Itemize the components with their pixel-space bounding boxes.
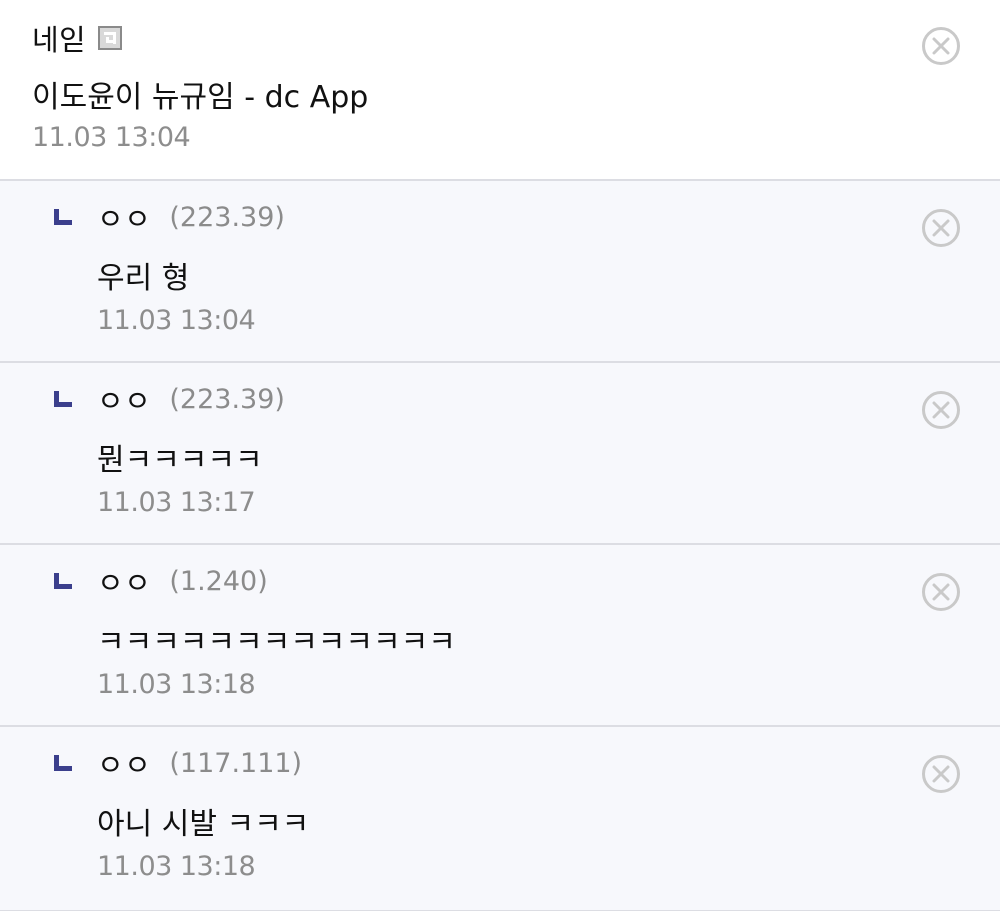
comment-text: 이도윤이 뉴규임 - dc App (32, 80, 369, 115)
comment-text: 우리 형 (97, 261, 190, 296)
comment-time: 11.03 13:18 (97, 669, 256, 700)
reply-arrow-icon (54, 391, 72, 407)
close-circle-icon (932, 37, 950, 55)
comment-ip: (1.240) (169, 565, 268, 597)
reply-arrow-icon (54, 209, 72, 225)
reply-item: ㅇㅇ (223.39) 뭔ㅋㅋㅋㅋㅋ 11.03 13:17 (0, 363, 1000, 545)
delete-button[interactable] (922, 209, 960, 247)
comment-time: 11.03 13:17 (97, 487, 256, 518)
comment-ip: (117.111) (169, 747, 303, 779)
delete-button[interactable] (922, 391, 960, 429)
comment-text: ㅋㅋㅋㅋㅋㅋㅋㅋㅋㅋㅋㅋㅋ (97, 625, 456, 660)
comment-ip: (223.39) (169, 201, 285, 233)
close-circle-icon (932, 583, 950, 601)
delete-button[interactable] (922, 573, 960, 611)
comment-item: 네읻 이도윤이 뉴규임 - dc App 11.03 13:04 (0, 0, 1000, 181)
close-circle-icon (932, 765, 950, 783)
comment-header: 네읻 (32, 16, 123, 60)
reply-item: ㅇㅇ (1.240) ㅋㅋㅋㅋㅋㅋㅋㅋㅋㅋㅋㅋㅋ 11.03 13:18 (0, 545, 1000, 727)
comment-author[interactable]: ㅇㅇ (97, 378, 151, 420)
delete-button[interactable] (922, 27, 960, 65)
comment-text: 뭔ㅋㅋㅋㅋㅋ (97, 443, 263, 478)
comment-author[interactable]: ㅇㅇ (97, 560, 151, 602)
reply-arrow-icon (54, 573, 72, 589)
delete-button[interactable] (922, 755, 960, 793)
comment-time: 11.03 13:04 (32, 122, 191, 153)
comment-time: 11.03 13:04 (97, 305, 256, 336)
comment-text: 아니 시발 ㅋㅋㅋ (97, 807, 310, 842)
comment-header: ㅇㅇ (223.39) (97, 195, 285, 239)
comment-header: ㅇㅇ (1.240) (97, 559, 268, 603)
reply-arrow-icon (54, 755, 72, 771)
comment-author[interactable]: ㅇㅇ (97, 196, 151, 238)
comment-time: 11.03 13:18 (97, 851, 256, 882)
comment-author[interactable]: ㅇㅇ (97, 742, 151, 784)
comment-author[interactable]: 네읻 (32, 17, 86, 59)
comment-header: ㅇㅇ (117.111) (97, 741, 302, 785)
comment-thread: 네읻 이도윤이 뉴규임 - dc App 11.03 13:04 ㅇㅇ (223… (0, 0, 1000, 911)
reply-item: ㅇㅇ (223.39) 우리 형 11.03 13:04 (0, 181, 1000, 363)
close-circle-icon (932, 401, 950, 419)
comment-ip: (223.39) (169, 383, 285, 415)
comment-header: ㅇㅇ (223.39) (97, 377, 285, 421)
close-circle-icon (932, 219, 950, 237)
reply-item: ㅇㅇ (117.111) 아니 시발 ㅋㅋㅋ 11.03 13:18 (0, 727, 1000, 911)
gallog-icon[interactable] (98, 26, 123, 50)
